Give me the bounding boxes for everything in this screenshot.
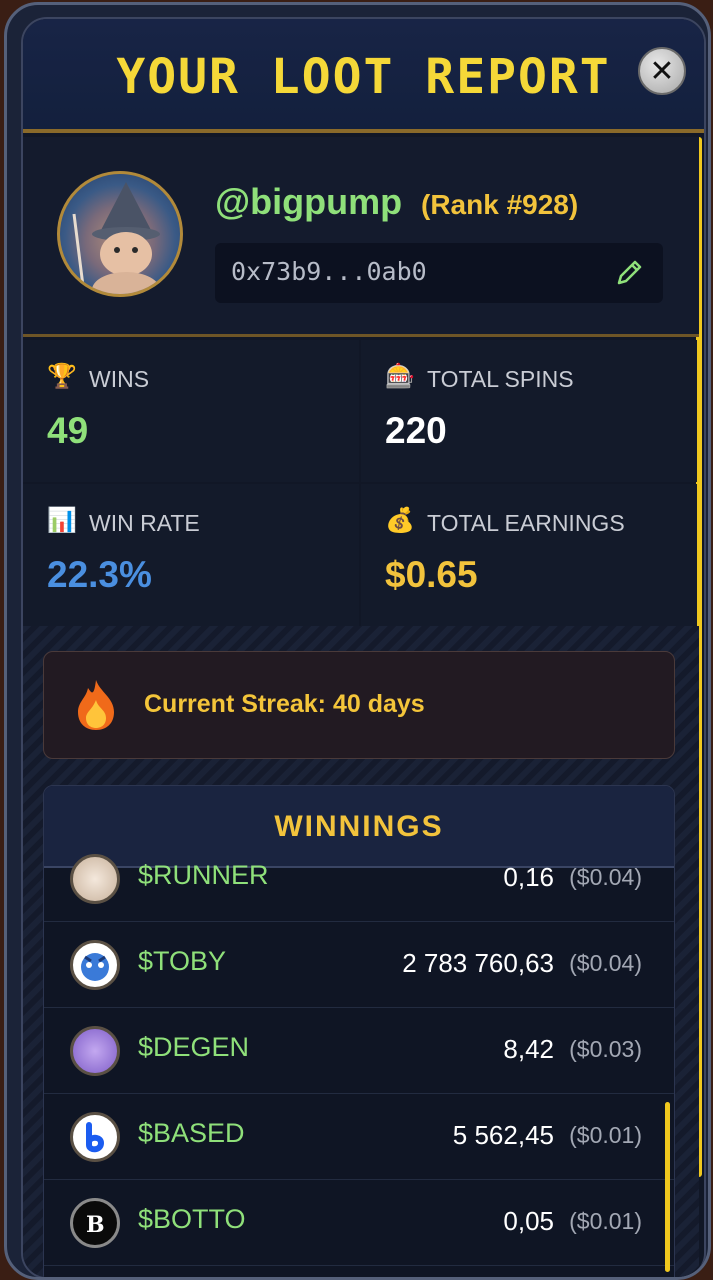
stats-grid: 🏆 WINS 49 🎰 TOTAL SPINS 220 📊 WIN RATE 2… — [23, 340, 699, 626]
slot-machine-icon: 🎰 — [385, 363, 415, 390]
list-item[interactable]: $TOBY 2 783 760,63 ($0.04) — [44, 922, 674, 1008]
token-usd-value: ($0.01) — [569, 1122, 642, 1148]
avatar — [57, 171, 183, 297]
list-item[interactable]: $RUNNER 0,16 ($0.04) — [44, 836, 674, 922]
svg-text:B: B — [86, 1212, 105, 1238]
token-amount: 2 783 760,63 — [402, 948, 554, 978]
stat-label: WINS — [89, 366, 150, 392]
list-item[interactable]: $BASED 5 562,45 ($0.01) — [44, 1094, 674, 1180]
token-amount: 0,05 — [503, 1206, 554, 1236]
streak-card: Current Streak: 40 days — [43, 651, 675, 759]
stat-win-rate: 📊 WIN RATE 22.3% — [23, 484, 359, 626]
page-title: YOUR LOOT REPORT — [116, 49, 611, 105]
list-item[interactable]: $DEGEN 8,42 ($0.03) — [44, 1008, 674, 1094]
winnings-scrollbar[interactable] — [665, 1102, 670, 1272]
degen-token-icon — [70, 1026, 120, 1076]
close-icon: ✕ — [649, 53, 675, 89]
token-amount: 8,42 — [503, 1034, 554, 1064]
bar-chart-icon: 📊 — [47, 507, 77, 534]
money-bag-icon: 💰 — [385, 507, 415, 534]
trophy-icon: 🏆 — [47, 363, 77, 390]
stat-value: 22.3% — [47, 554, 152, 595]
modal-header: YOUR LOOT REPORT ✕ — [23, 19, 704, 133]
token-name: $BOTTO — [138, 1204, 246, 1234]
token-usd-value: ($0.01) — [569, 1208, 642, 1234]
token-amount: 0,16 — [503, 862, 554, 892]
rank-badge: (Rank #928) — [421, 189, 579, 220]
toby-token-icon — [70, 940, 120, 990]
stat-total-spins: 🎰 TOTAL SPINS 220 — [361, 340, 697, 482]
token-name: $BASED — [138, 1118, 245, 1148]
runner-token-icon — [70, 854, 120, 904]
stat-value: $0.65 — [385, 554, 478, 595]
modal-frame: YOUR LOOT REPORT ✕ @bigpump (Rank #928) — [4, 2, 711, 1280]
stat-label: TOTAL SPINS — [427, 366, 574, 392]
winnings-list: WINNINGS $RUNNER 0,16 ($0.04) $TOBY 2 78… — [43, 785, 675, 1277]
token-usd-value: ($0.03) — [569, 1036, 642, 1062]
profile-section: @bigpump (Rank #928) 0x73b9...0ab0 — [23, 137, 699, 337]
streak-text: Current Streak: 40 days — [144, 690, 425, 718]
stat-value: 220 — [385, 410, 447, 451]
stat-label: WIN RATE — [89, 510, 200, 536]
based-token-icon — [70, 1112, 120, 1162]
wallet-field: 0x73b9...0ab0 — [215, 243, 663, 303]
list-item[interactable]: B $BOTTO 0,05 ($0.01) — [44, 1180, 674, 1266]
token-usd-value: ($0.04) — [569, 950, 642, 976]
token-amount: 5 562,45 — [452, 1120, 554, 1150]
fire-icon — [78, 680, 114, 730]
stat-value: 49 — [47, 410, 89, 451]
wallet-address: 0x73b9...0ab0 — [231, 257, 427, 286]
token-usd-value: ($0.04) — [569, 864, 642, 890]
close-button[interactable]: ✕ — [638, 47, 686, 95]
token-name: $RUNNER — [138, 860, 269, 890]
stat-label: TOTAL EARNINGS — [427, 510, 625, 536]
token-name: $TOBY — [138, 946, 227, 976]
stat-wins: 🏆 WINS 49 — [23, 340, 359, 482]
username: @bigpump — [215, 181, 403, 222]
botto-token-icon: B — [70, 1198, 120, 1248]
loot-report-panel: YOUR LOOT REPORT ✕ @bigpump (Rank #928) — [21, 17, 706, 1277]
stat-total-earnings: 💰 TOTAL EARNINGS $0.65 — [361, 484, 697, 626]
edit-pencil-icon[interactable] — [613, 257, 645, 289]
token-name: $DEGEN — [138, 1032, 250, 1062]
